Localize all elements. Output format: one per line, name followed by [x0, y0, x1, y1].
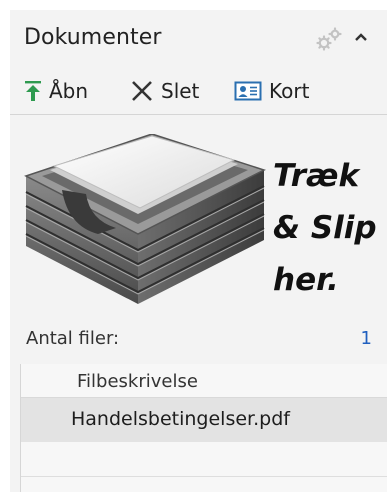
card-button[interactable]: Kort: [234, 74, 309, 108]
file-count-row: Antal filer: 1: [10, 328, 387, 354]
gears-icon[interactable]: [314, 26, 344, 52]
open-button[interactable]: Åbn: [24, 74, 88, 108]
drop-zone[interactable]: Træk & Slip her.: [10, 120, 387, 320]
file-count-value: 1: [360, 328, 372, 349]
column-header-description[interactable]: Filbeskrivelse: [21, 364, 387, 398]
list-divider: [21, 476, 387, 477]
panel-header: Dokumenter: [10, 10, 387, 66]
open-button-label: Åbn: [49, 79, 89, 103]
card-button-label: Kort: [269, 79, 310, 103]
file-count-label: Antal filer:: [26, 328, 120, 349]
contact-card-icon: [234, 81, 262, 101]
file-list: Filbeskrivelse Handelsbetingelser.pdf: [20, 364, 387, 492]
document-tray-icon: [24, 134, 266, 304]
file-name: Handelsbetingelser.pdf: [71, 408, 290, 430]
x-icon: [132, 81, 152, 101]
panel-title: Dokumenter: [24, 25, 162, 50]
upload-arrow-icon: [25, 81, 41, 101]
file-row[interactable]: Handelsbetingelser.pdf: [21, 398, 387, 442]
chevron-up-icon[interactable]: [354, 32, 368, 42]
delete-button-label: Slet: [161, 79, 200, 103]
toolbar-divider: [10, 114, 387, 115]
delete-button[interactable]: Slet: [130, 74, 199, 108]
drop-zone-text: Træk & Slip her.: [273, 158, 377, 298]
documents-panel: Dokumenter Åbn Slet Kort Træk & Slip her…: [10, 10, 387, 492]
column-header-label: Filbeskrivelse: [77, 371, 198, 392]
toolbar: Åbn Slet Kort: [10, 74, 387, 108]
